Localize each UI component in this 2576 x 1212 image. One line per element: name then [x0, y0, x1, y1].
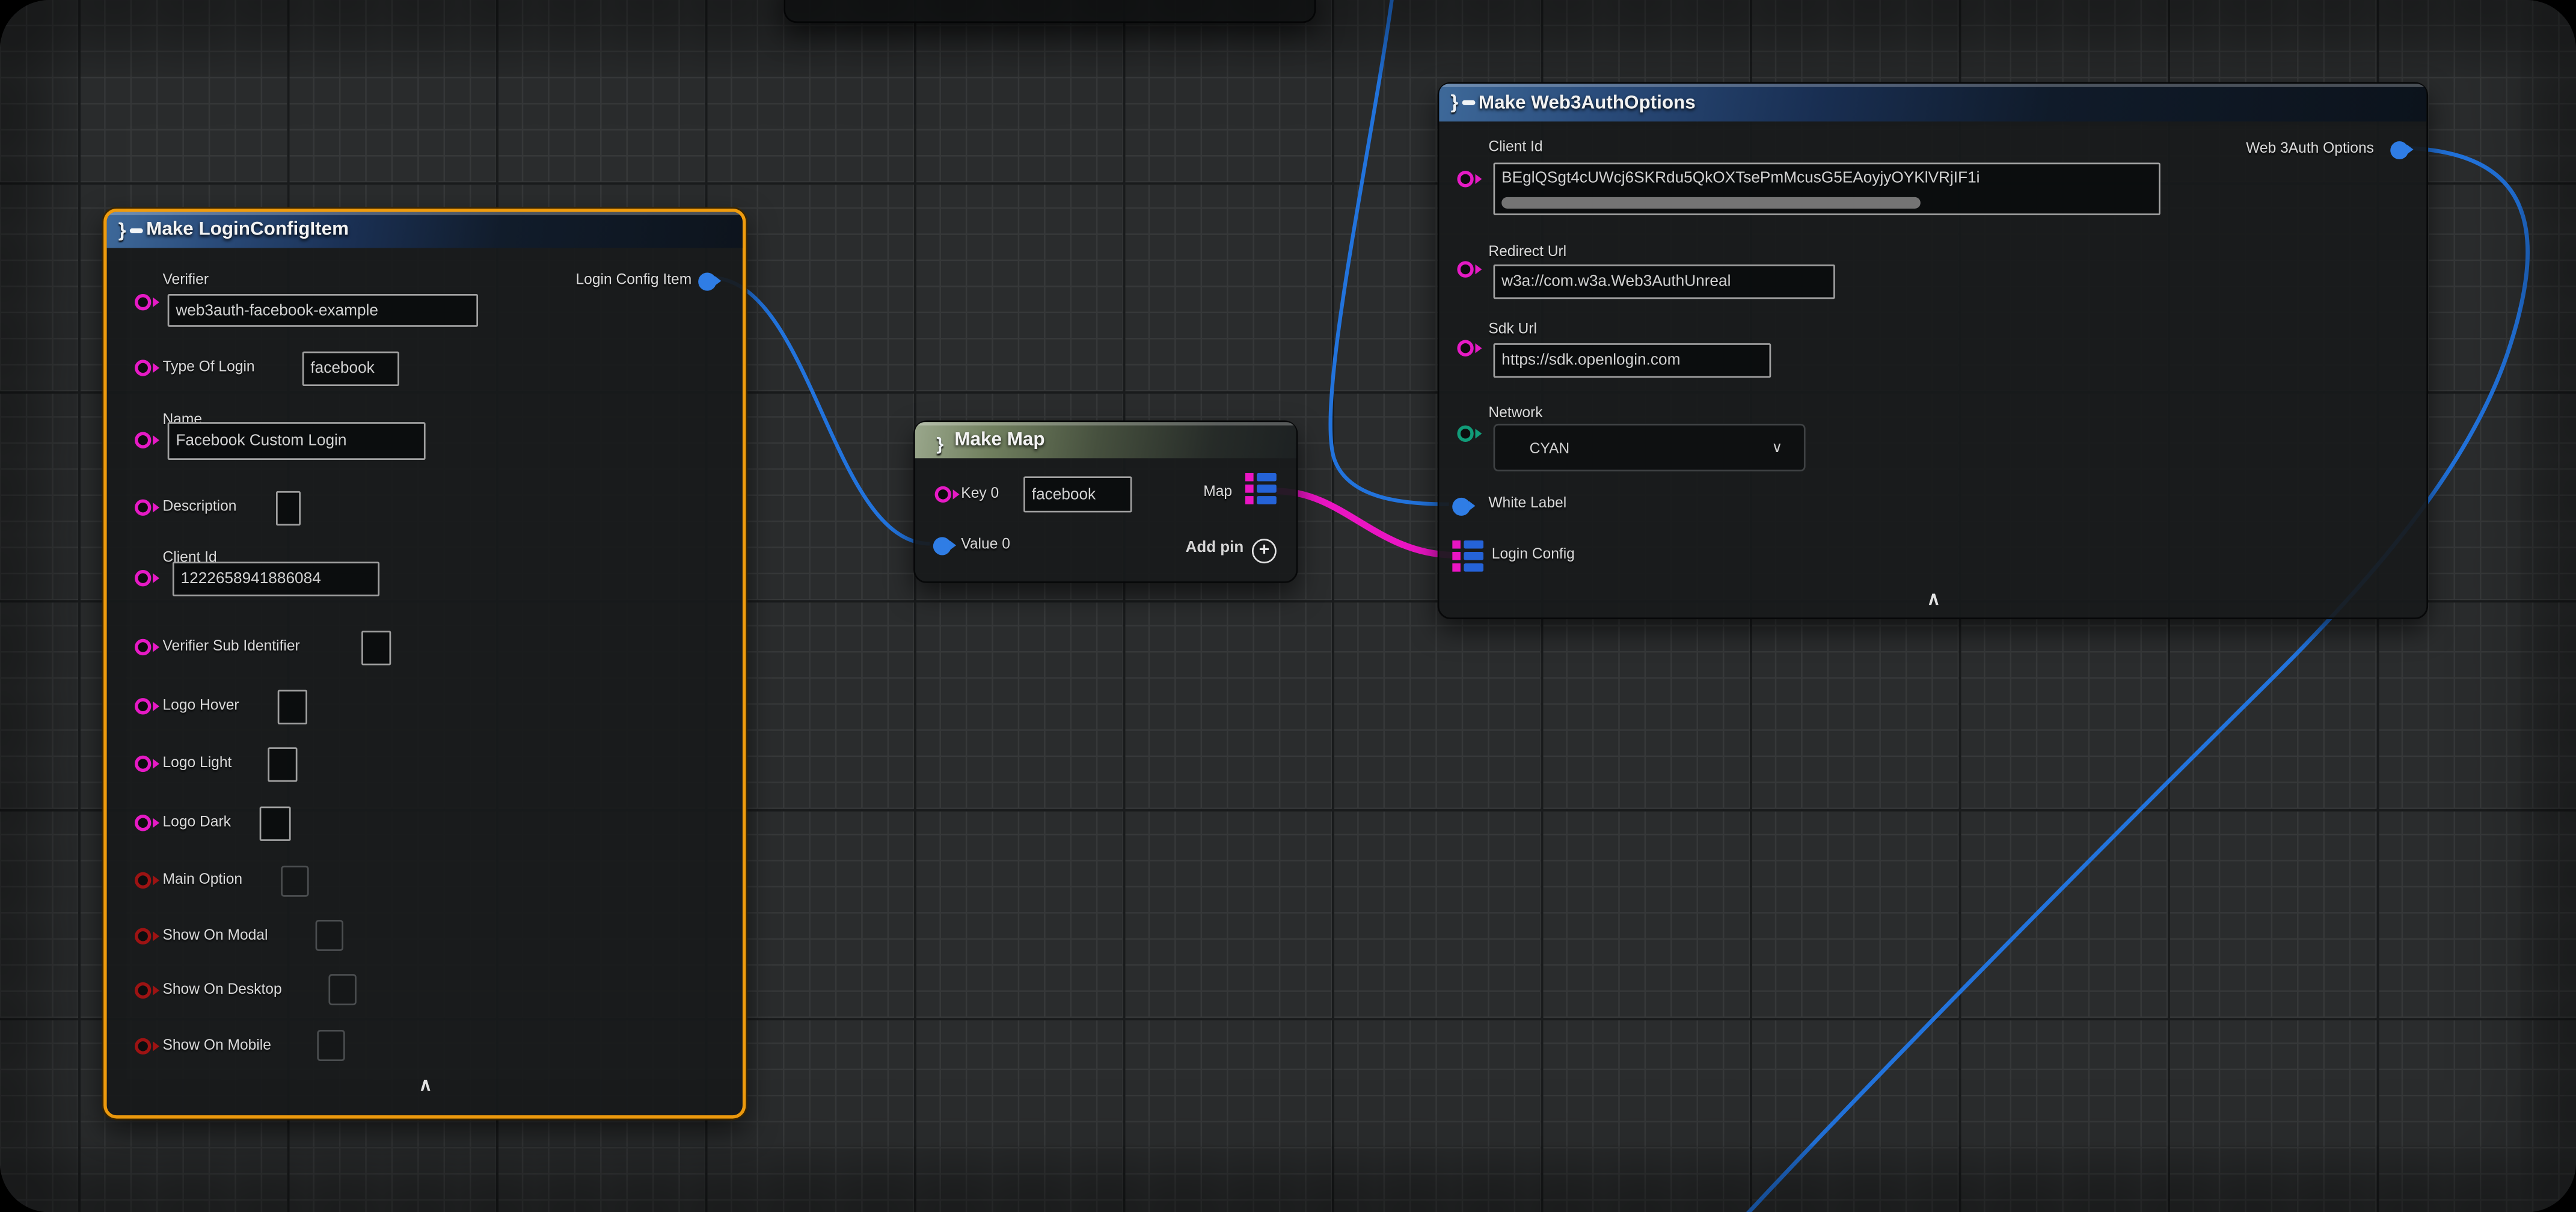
add-pin-label: Add pin	[1186, 539, 1244, 557]
verifier-sub-identifier-pin[interactable]	[135, 639, 151, 655]
main-option-checkbox[interactable]	[281, 866, 308, 897]
map-pin-icon[interactable]	[1245, 473, 1277, 507]
white-label-pin[interactable]	[1452, 497, 1470, 515]
value0-label: Value 0	[961, 536, 1010, 552]
make-struct-icon: }	[118, 217, 145, 243]
name-pin[interactable]	[135, 432, 151, 448]
redirect-url-pin[interactable]	[1457, 261, 1473, 277]
map-output-label: Map	[1203, 483, 1232, 499]
name-input[interactable]: Facebook Custom Login	[168, 422, 426, 460]
make-struct-icon: }	[1450, 89, 1477, 115]
type-of-login-label: Type Of Login	[162, 358, 254, 375]
offscreen-node-top[interactable]	[784, 0, 1316, 23]
network-pin[interactable]	[1457, 426, 1473, 442]
collapse-chevron-icon[interactable]	[1921, 592, 1947, 611]
show-on-modal-checkbox[interactable]	[316, 920, 343, 951]
node-header[interactable]: } Make LoginConfigItem	[107, 212, 743, 248]
type-of-login-pin[interactable]	[135, 360, 151, 376]
key0-input[interactable]: facebook	[1023, 476, 1132, 512]
verifier-pin[interactable]	[135, 294, 151, 310]
logo-dark-pin[interactable]	[135, 815, 151, 831]
login-config-item-output-pin[interactable]	[698, 272, 716, 290]
logo-hover-pin[interactable]	[135, 698, 151, 714]
client-id-text: BEglQSgt4cUWcj6SKRdu5QkOXTsePmMcusG5EAoy…	[1501, 169, 1980, 187]
verifier-sub-identifier-input[interactable]	[361, 631, 391, 665]
node-make-map[interactable]: }≡ Make Map Key 0 facebook Map Value 0 A…	[913, 420, 1298, 583]
logo-hover-label: Logo Hover	[162, 696, 239, 712]
key0-pin[interactable]	[935, 486, 951, 503]
client-id-pin[interactable]	[135, 570, 151, 586]
sdk-url-label: Sdk Url	[1488, 320, 1537, 337]
make-map-icon: }≡	[927, 427, 953, 453]
verifier-sub-identifier-label: Verifier Sub Identifier	[162, 637, 299, 653]
logo-light-pin[interactable]	[135, 756, 151, 772]
node-title: Make LoginConfigItem	[146, 220, 349, 240]
description-label: Description	[162, 498, 236, 514]
white-label-label: White Label	[1488, 494, 1566, 510]
verifier-input[interactable]: web3auth-facebook-example	[168, 294, 478, 327]
blueprint-graph-canvas[interactable]: } Make LoginConfigItem Verifier web3auth…	[0, 0, 2576, 1212]
node-header[interactable]: }≡ Make Map	[915, 422, 1296, 458]
node-title: Make Web3AuthOptions	[1479, 93, 1696, 112]
type-of-login-input[interactable]: facebook	[302, 352, 399, 386]
horizontal-scrollbar[interactable]	[1501, 196, 1921, 207]
show-on-desktop-pin[interactable]	[135, 982, 151, 999]
logo-hover-input[interactable]	[278, 690, 307, 724]
show-on-desktop-checkbox[interactable]	[328, 974, 356, 1005]
node-title: Make Map	[954, 430, 1044, 450]
key0-label: Key 0	[961, 485, 999, 501]
logo-dark-input[interactable]	[260, 806, 291, 840]
chevron-down-icon	[1771, 438, 1782, 456]
node-header[interactable]: } Make Web3AuthOptions	[1439, 84, 2426, 121]
login-config-map-pin-icon[interactable]	[1452, 540, 1483, 575]
description-pin[interactable]	[135, 500, 151, 516]
show-on-modal-pin[interactable]	[135, 928, 151, 944]
show-on-desktop-label: Show On Desktop	[162, 981, 281, 997]
main-option-label: Main Option	[162, 871, 242, 887]
value0-pin[interactable]	[933, 536, 951, 554]
logo-light-label: Logo Light	[162, 754, 232, 770]
show-on-mobile-pin[interactable]	[135, 1038, 151, 1054]
redirect-url-label: Redirect Url	[1488, 243, 1566, 259]
sdk-url-pin[interactable]	[1457, 340, 1473, 357]
web3auth-options-output-label: Web 3Auth Options	[2246, 139, 2374, 156]
verifier-label: Verifier	[162, 271, 209, 287]
client-id-pin[interactable]	[1457, 171, 1473, 187]
client-id-input[interactable]: BEglQSgt4cUWcj6SKRdu5QkOXTsePmMcusG5EAoy…	[1494, 162, 2160, 215]
description-input[interactable]	[276, 491, 301, 525]
node-make-loginconfigitem[interactable]: } Make LoginConfigItem Verifier web3auth…	[103, 209, 746, 1119]
show-on-mobile-checkbox[interactable]	[317, 1030, 345, 1061]
node-make-web3authoptions[interactable]: } Make Web3AuthOptions Web 3Auth Options…	[1438, 82, 2428, 619]
show-on-modal-label: Show On Modal	[162, 926, 268, 943]
network-label: Network	[1488, 404, 1542, 420]
wire-top-to-white-label[interactable]	[1331, 0, 1449, 504]
login-config-item-output-label: Login Config Item	[575, 271, 692, 287]
web3auth-options-output-pin[interactable]	[2390, 141, 2408, 159]
redirect-url-input[interactable]: w3a://com.w3a.Web3AuthUnreal	[1494, 265, 1835, 299]
logo-light-input[interactable]	[268, 747, 297, 782]
network-selected-value: CYAN	[1530, 439, 1570, 456]
collapse-chevron-icon[interactable]	[412, 1077, 439, 1097]
sdk-url-input[interactable]: https://sdk.openlogin.com	[1494, 343, 1771, 378]
logo-dark-label: Logo Dark	[162, 813, 230, 829]
main-option-pin[interactable]	[135, 872, 151, 889]
wire-map-to-login-config[interactable]	[1277, 491, 1456, 556]
network-dropdown[interactable]: CYAN	[1494, 424, 1806, 471]
client-id-input[interactable]: 1222658941886084	[173, 562, 379, 596]
login-config-label: Login Config	[1492, 545, 1575, 562]
client-id-label: Client Id	[1488, 138, 1542, 154]
add-pin-icon[interactable]	[1252, 539, 1277, 563]
show-on-mobile-label: Show On Mobile	[162, 1036, 271, 1053]
